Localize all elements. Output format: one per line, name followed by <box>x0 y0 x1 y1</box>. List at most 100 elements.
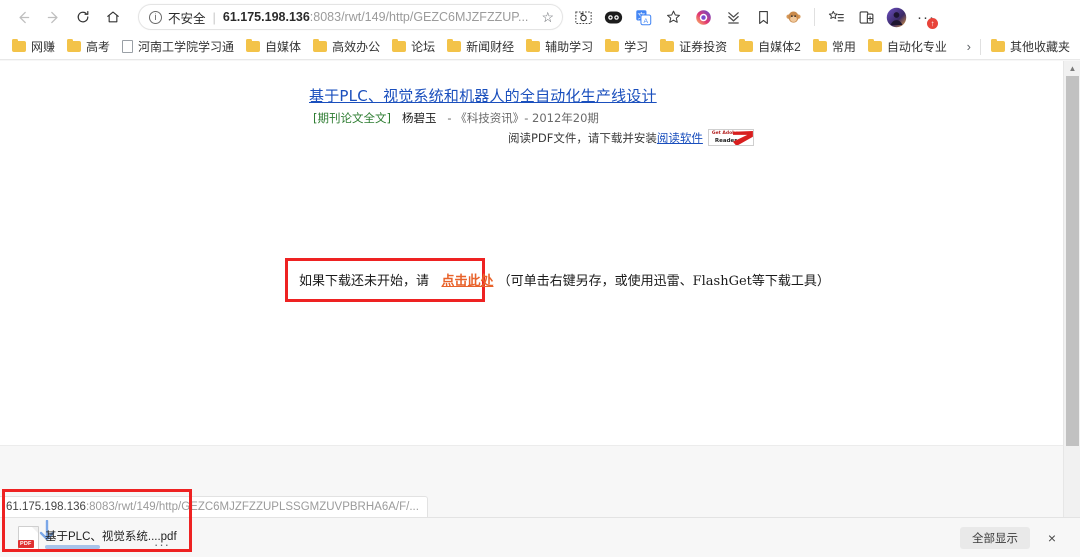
notice-suffix: （可单击右键另存，或使用迅雷、FlashGet等下载工具） <box>497 274 830 289</box>
page-scrollbar[interactable]: ▲ ▼ <box>1063 61 1080 557</box>
bookmark-label: 高效办公 <box>332 40 381 54</box>
download-item[interactable]: 基于PLC、视觉系统....pdf ··· <box>14 522 177 554</box>
folder-icon <box>990 38 1005 52</box>
download-chevrons-glyph <box>727 11 739 24</box>
bookmark-item-xuexitong[interactable]: 河南工学院学习通 <box>116 36 240 58</box>
folder-icon <box>739 38 754 52</box>
omnibox-divider: | <box>212 9 216 25</box>
bookmark-item-fuzhuxuexi[interactable]: 辅助学习 <box>520 36 599 58</box>
bookmarks-bar: 网赚 高考 河南工学院学习通 自媒体 高效办公 论坛 新闻财经 辅助学习 学习 … <box>0 34 1080 60</box>
reader-software-link[interactable]: 阅读软件 <box>657 130 703 146</box>
collections-star-list-glyph <box>828 10 844 21</box>
folder-icon <box>605 38 620 52</box>
bookmark-item-gaokao[interactable]: 高考 <box>61 36 116 58</box>
favorites-star-icon[interactable] <box>659 3 687 31</box>
adobe-reader-badge-icon[interactable]: Get Adobe Reader <box>707 129 754 146</box>
panda-extension-icon[interactable] <box>599 3 627 31</box>
home-button[interactable] <box>98 2 128 32</box>
translate-glyph: 文 A <box>635 9 651 25</box>
downloads-icon[interactable] <box>719 3 747 31</box>
notice-prefix: 如果下载还未开始，请 <box>299 274 430 289</box>
bookmark-star-icon[interactable]: ☆ <box>541 9 554 26</box>
folder-icon <box>660 38 675 52</box>
bookmark-label: 证券投资 <box>679 40 728 54</box>
reader-prompt: 阅读PDF文件，请下载并安装 阅读软件 Get Adobe Reader <box>508 129 754 146</box>
collections-icon[interactable] <box>822 3 850 31</box>
back-button[interactable] <box>8 2 38 32</box>
close-shelf-button[interactable]: × <box>1042 528 1062 548</box>
star-outline-glyph <box>666 10 680 23</box>
folder-icon <box>526 38 541 52</box>
folder-icon <box>392 38 407 52</box>
document-meta: [期刊论文全文] 杨碧玉 - 《科技资讯》- 2012年20期 <box>313 110 599 126</box>
bookmark-item-xuexi[interactable]: 学习 <box>599 36 654 58</box>
address-bar[interactable]: i 不安全 | 61.175.198.136:8083/rwt/149/http… <box>138 4 563 30</box>
settings-more-button[interactable]: ··· ↑ <box>912 3 940 31</box>
bookmark-item-xinwencaijing[interactable]: 新闻财经 <box>441 36 520 58</box>
download-progress-bar <box>45 545 150 549</box>
back-arrow-icon <box>18 11 29 23</box>
page-icon <box>122 40 134 53</box>
download-more-menu-icon[interactable]: ··· <box>154 537 170 552</box>
page-viewport: 基于PLC、视觉系统和机器人的全自动化生产线设计 [期刊论文全文] 杨碧玉 - … <box>0 61 1063 557</box>
profile-avatar[interactable] <box>882 3 910 31</box>
download-notice: 如果下载还未开始，请 点击此处 （可单击右键另存，或使用迅雷、FlashGet等… <box>299 270 830 289</box>
bookmark-item-zhengquantouzi[interactable]: 证券投资 <box>654 36 733 58</box>
click-here-link[interactable]: 点击此处 <box>441 274 493 289</box>
bookmark-label: 其他收藏夹 <box>1009 40 1070 54</box>
home-icon <box>107 11 119 23</box>
folder-icon <box>67 38 82 52</box>
bookmark-ribbon-glyph <box>758 10 768 24</box>
url-text: 61.175.198.136:8083/rwt/149/http/GEZC6MJ… <box>223 10 536 24</box>
instagram-circle-icon[interactable] <box>689 3 717 31</box>
folder-icon <box>246 38 261 52</box>
camera-dashed-glyph <box>574 10 592 24</box>
bookmark-item-wangzhuan[interactable]: 网赚 <box>6 36 61 58</box>
scrollbar-up-arrow-icon[interactable]: ▲ <box>1064 61 1080 76</box>
bookmark-label: 高考 <box>86 40 111 54</box>
browser-window: i 不安全 | 61.175.198.136:8083/rwt/149/http… <box>0 0 1080 557</box>
bookmark-label: 常用 <box>831 40 856 54</box>
bookmark-icon[interactable] <box>749 3 777 31</box>
status-bar-url: 61.175.198.136:8083/rwt/149/http/GEZC6MJ… <box>0 496 428 517</box>
bookmark-item-gaoxiaobangong[interactable]: 高效办公 <box>307 36 386 58</box>
status-url-rest: :8083/rwt/149/http/GEZC6MJZFZZUPLSSGMZUV… <box>85 501 419 513</box>
bookmark-item-luntan[interactable]: 论坛 <box>386 36 441 58</box>
bookmark-label: 辅助学习 <box>545 40 594 54</box>
screenshot-capture-icon[interactable] <box>569 3 597 31</box>
bookmark-item-zidonghuazhuanye[interactable]: 自动化专业 <box>862 36 953 58</box>
adobe-badge-bottom-text: Reader <box>714 138 737 144</box>
avatar-glyph <box>886 7 906 27</box>
panda-glyph <box>604 10 622 24</box>
document-title-link[interactable]: 基于PLC、视觉系统和机器人的全自动化生产线设计 <box>309 85 657 106</box>
update-badge: ↑ <box>927 18 938 29</box>
bookmark-item-zimeiti2[interactable]: 自媒体2 <box>733 36 807 58</box>
bookmarks-overflow-chevron-icon[interactable]: › <box>962 39 976 54</box>
bookmark-item-other-folder[interactable]: 其他收藏夹 <box>985 36 1076 58</box>
scrollbar-thumb[interactable] <box>1066 76 1079 446</box>
download-item-meta: 基于PLC、视觉系统....pdf <box>45 527 177 549</box>
show-all-downloads-button[interactable]: 全部显示 <box>960 527 1030 549</box>
bookmark-label: 自媒体 <box>265 40 302 54</box>
reader-prompt-text: 阅读PDF文件，请下载并安装 <box>508 130 657 145</box>
security-status-label: 不安全 <box>168 11 206 26</box>
split-screen-glyph <box>859 10 873 24</box>
bookmark-item-zimeiti[interactable]: 自媒体 <box>240 36 307 58</box>
bookmark-item-changyong[interactable]: 常用 <box>807 36 862 58</box>
status-url-host: 61.175.198.136 <box>6 501 86 513</box>
folder-icon <box>313 38 328 52</box>
page-content: 基于PLC、视觉系统和机器人的全自动化生产线设计 [期刊论文全文] 杨碧玉 - … <box>0 61 1063 445</box>
monkey-glyph <box>785 11 801 23</box>
doc-journal: - 《科技资讯》- 2012年20期 <box>447 111 599 125</box>
split-screen-icon[interactable] <box>852 3 880 31</box>
google-translate-icon[interactable]: 文 A <box>629 3 657 31</box>
bookmark-label: 自媒体2 <box>758 40 801 54</box>
doc-type-label: [期刊论文全文] <box>313 111 391 125</box>
monkey-extension-icon[interactable] <box>779 3 807 31</box>
bookmark-label: 新闻财经 <box>466 40 515 54</box>
pdf-file-icon <box>18 525 39 551</box>
site-info-icon[interactable]: i <box>149 10 162 24</box>
svg-text:A: A <box>643 18 648 25</box>
reload-button[interactable] <box>68 2 98 32</box>
forward-button[interactable] <box>38 2 68 32</box>
